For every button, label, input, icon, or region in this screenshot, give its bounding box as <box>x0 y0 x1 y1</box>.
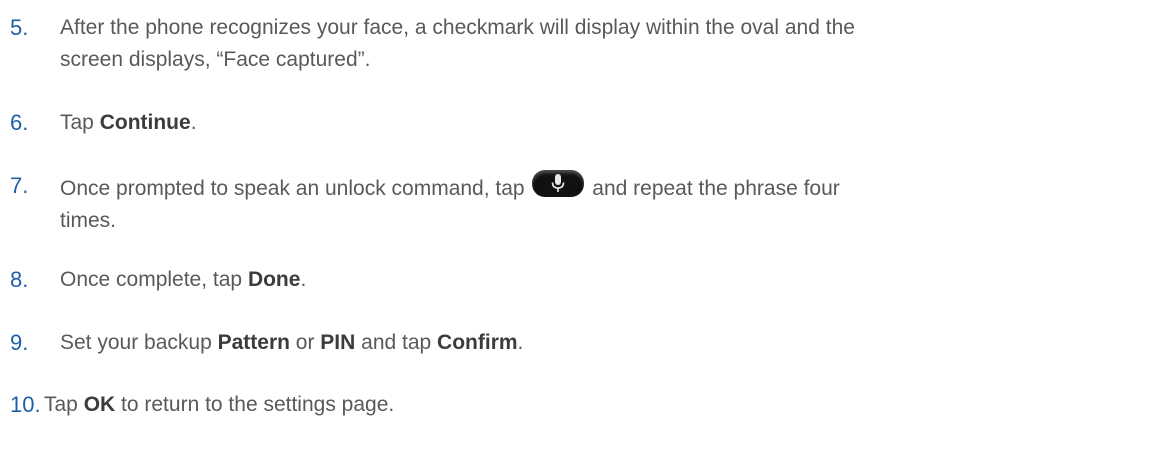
step-number: 9. <box>10 330 29 355</box>
step-text-line: times. <box>60 209 117 232</box>
step-number: 5. <box>10 15 29 40</box>
step-text-segment: and repeat the phrase four <box>586 177 840 200</box>
step-text-line: Once prompted to speak an unlock command… <box>60 170 1170 205</box>
step-text-segment: Tap <box>44 393 84 416</box>
step-text: Tap OK to return to the settings page. <box>44 389 1154 421</box>
step-text-segment: Tap <box>60 111 100 134</box>
step-text: Set your backup Pattern or PIN and tap C… <box>60 327 1170 359</box>
step-text-segment: Set your backup <box>60 331 218 354</box>
step-text: After the phone recognizes your face, a … <box>60 12 1170 76</box>
step-text-segment: to return to the settings page. <box>115 393 395 416</box>
step-number: 8. <box>10 267 29 292</box>
button-name-ok: OK <box>83 393 116 416</box>
option-name-pin: PIN <box>320 331 356 354</box>
step-number: 7. <box>10 173 29 198</box>
button-name-confirm: Confirm <box>437 331 518 354</box>
step-text-segment: . <box>300 268 307 291</box>
step-text-segment: or <box>289 331 321 354</box>
microphone-button-icon <box>532 170 585 197</box>
step-number: 10. <box>10 392 41 417</box>
step-text: Tap Continue. <box>60 107 1170 139</box>
step-number: 6. <box>10 110 29 135</box>
instruction-steps: 5. After the phone recognizes your face,… <box>0 0 1174 450</box>
step-text-segment: Once prompted to speak an unlock command… <box>60 177 531 200</box>
step-text-segment: and tap <box>355 331 438 354</box>
button-name-done: Done <box>247 268 301 291</box>
step-text-line: screen displays, “Face captured”. <box>60 48 371 71</box>
option-name-pattern: Pattern <box>217 331 290 354</box>
step-text: Once complete, tap Done. <box>60 264 1170 296</box>
step-text-line: After the phone recognizes your face, a … <box>60 16 855 39</box>
step-text-segment: Once complete, tap <box>60 268 248 291</box>
button-name-continue: Continue <box>99 111 191 134</box>
step-text-segment: . <box>517 331 524 354</box>
step-text: Once prompted to speak an unlock command… <box>60 170 1170 237</box>
step-text-segment: . <box>190 111 197 134</box>
